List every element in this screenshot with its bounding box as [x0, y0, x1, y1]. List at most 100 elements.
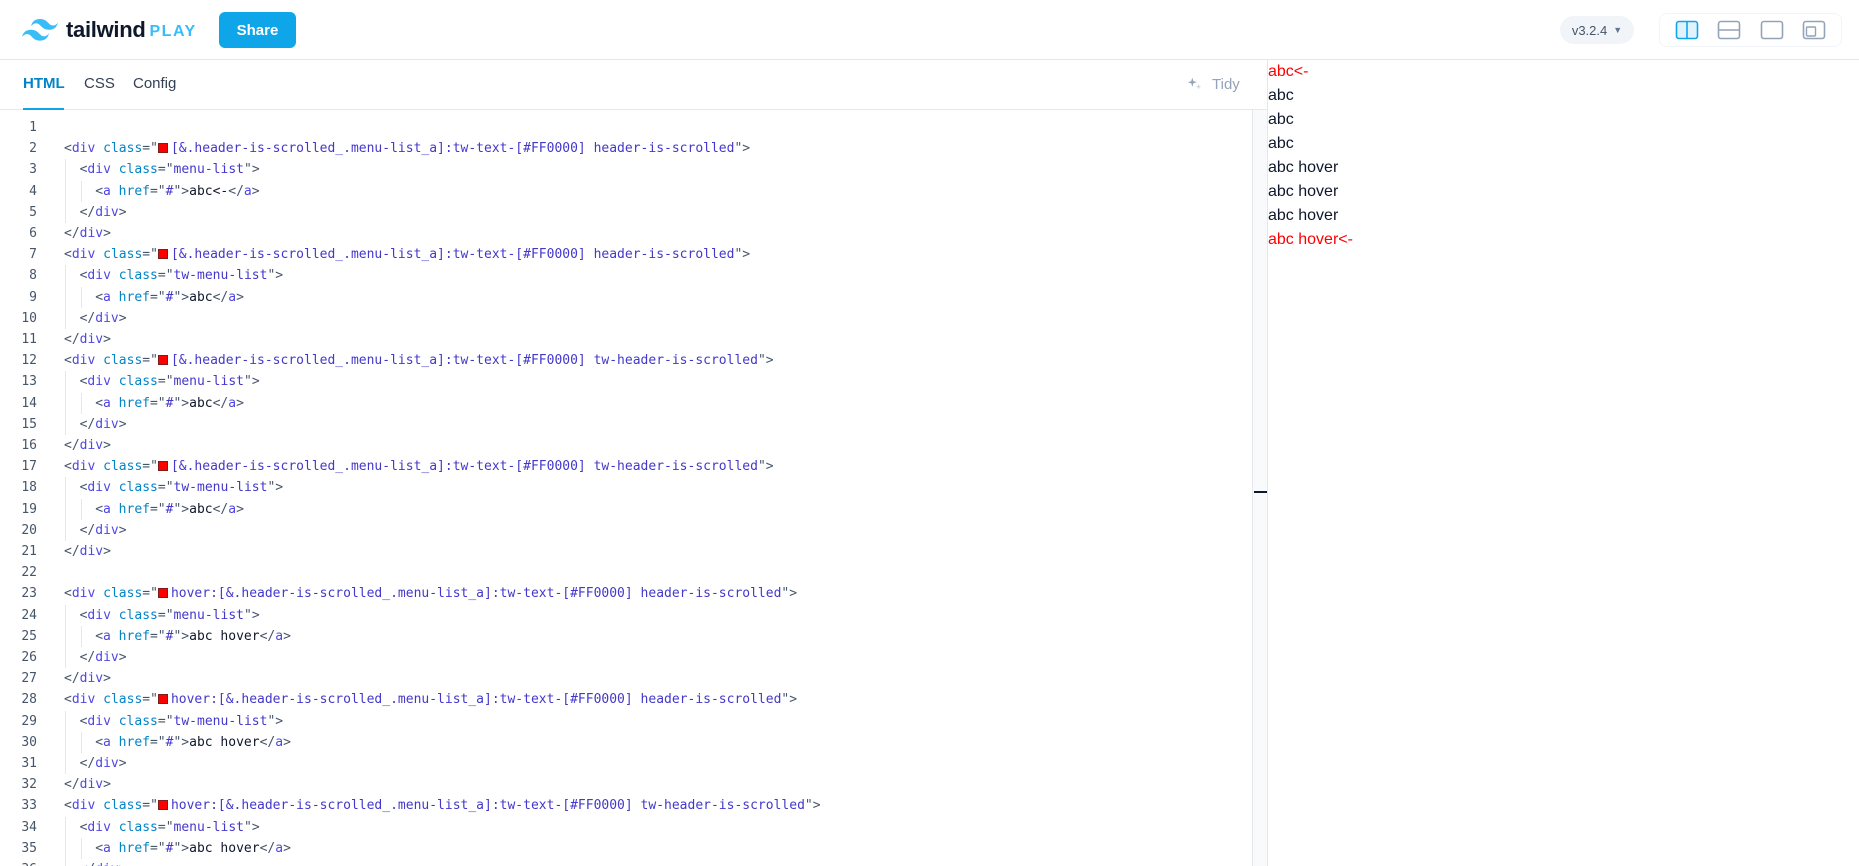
code-line[interactable]: 8 <div class="tw-menu-list"> [0, 265, 1252, 287]
code-text: </div> [79, 204, 127, 220]
code-line[interactable]: 26 </div> [0, 647, 1252, 669]
resize-handle[interactable] [1254, 491, 1267, 493]
color-swatch-icon [157, 249, 168, 260]
line-number: 3 [29, 162, 37, 178]
version-select[interactable]: v3.2.4 ▼ [1560, 16, 1634, 44]
indent-guide [65, 859, 66, 866]
tidy-button[interactable]: Tidy [1186, 75, 1240, 93]
code-editor[interactable]: 1 2 <div class=" [&.header-is-scrolled_.men… [0, 110, 1252, 866]
code-line[interactable]: 35 <a href="#">abc hover</a> [0, 837, 1252, 859]
code-line[interactable]: 14 <a href="#">abc</a> [0, 392, 1252, 414]
line-number: 8 [29, 268, 37, 284]
preview-link[interactable]: abc [1268, 111, 1294, 128]
tab-css[interactable]: CSS [84, 75, 115, 92]
code-text: <div class="menu-list"> [79, 374, 260, 390]
line-number: 32 [21, 777, 37, 793]
preview-link[interactable]: abc [1268, 135, 1294, 152]
indent-guide [80, 286, 82, 308]
line-number: 16 [21, 438, 37, 453]
code-line[interactable]: 5 </div> [0, 201, 1252, 223]
tidy-label: Tidy [1212, 75, 1240, 93]
code-line[interactable]: 16 </div> [0, 435, 1252, 456]
code-line[interactable]: 11 </div> [0, 329, 1252, 350]
code-line[interactable]: 6 </div> [0, 223, 1252, 244]
preview-link[interactable]: abc hover [1268, 183, 1338, 200]
preview-link[interactable]: abc<- [1268, 63, 1308, 80]
tab-html[interactable]: HTML [23, 75, 65, 92]
indent-guide [65, 286, 66, 308]
code-line[interactable]: 25 <a href="#">abc hover</a> [0, 625, 1252, 647]
code-line[interactable]: 27 </div> [0, 668, 1252, 689]
layout-editor-only-button[interactable] [1758, 16, 1786, 44]
line-number: 9 [29, 289, 37, 305]
code-line[interactable]: 28 <div class=" hover:[&.header-is-scrolle… [0, 689, 1252, 710]
line-number: 22 [21, 565, 37, 581]
color-swatch-icon [157, 588, 168, 599]
code-line[interactable]: 10 </div> [0, 307, 1252, 329]
indent-guide [65, 519, 66, 541]
code-text: </div> [64, 544, 111, 559]
code-line[interactable]: 7 <div class=" [&.header-is-scrolled_.menu… [0, 244, 1252, 265]
preview-menu-item: abc [1268, 132, 1294, 156]
preview-link[interactable]: abc hover [1268, 207, 1338, 224]
code-line[interactable]: 18 <div class="tw-menu-list"> [0, 477, 1252, 499]
sparkles-icon [1187, 77, 1202, 90]
code-line[interactable]: 13 <div class="menu-list"> [0, 371, 1252, 393]
code-line[interactable]: 4 <a href="#">abc<-</a> [0, 180, 1252, 202]
preview-only-icon [1802, 20, 1826, 40]
layout-split-horizontal-button[interactable] [1715, 16, 1743, 44]
line-number: 13 [21, 374, 37, 390]
tab-config[interactable]: Config [133, 75, 176, 92]
code-text: <a href="#">abc</a> [95, 501, 244, 517]
code-line[interactable]: 23 <div class=" hover:[&.header-is-scrolle… [0, 583, 1252, 604]
code-line[interactable]: 2 <div class=" [&.header-is-scrolled_.menu… [0, 138, 1252, 159]
code-line[interactable]: 24 <div class="menu-list"> [0, 604, 1252, 626]
code-line[interactable]: 32 </div> [0, 774, 1252, 795]
code-line[interactable]: 12 <div class=" [&.header-is-scrolled_.men… [0, 350, 1252, 371]
preview-pane: abc<- abc abc abc abc hover abc hover abc hove… [1268, 60, 1859, 866]
tailwind-play-logo[interactable]: tailwind PLAY [22, 15, 197, 45]
code-line[interactable]: 20 </div> [0, 519, 1252, 541]
code-text: <div class=" hover:[&.header-is-scrolled_… [64, 692, 798, 708]
code-line[interactable]: 3 <div class="menu-list"> [0, 159, 1252, 181]
code-text: <div class=" [&.header-is-scrolled_.menu-… [64, 459, 774, 475]
code-line[interactable]: 30 <a href="#">abc hover</a> [0, 731, 1252, 753]
code-text: <div class=" [&.header-is-scrolled_.menu-… [64, 247, 751, 263]
line-number: 20 [21, 522, 37, 538]
layout-split-vertical-button[interactable] [1673, 16, 1701, 44]
line-number: 10 [21, 310, 37, 326]
preview-link[interactable]: abc hover [1268, 159, 1338, 176]
code-line[interactable]: 29 <div class="tw-menu-list"> [0, 710, 1252, 732]
code-line[interactable]: 1 [0, 117, 1252, 138]
code-text: </div> [64, 671, 111, 687]
layout-preview-only-button[interactable] [1800, 16, 1828, 44]
line-number: 14 [21, 395, 37, 411]
code-text: </div> [79, 522, 127, 538]
code-line[interactable]: 17 <div class=" [&.header-is-scrolled_.men… [0, 456, 1252, 477]
indent-guide [65, 392, 66, 414]
code-text: </div> [64, 226, 111, 241]
code-line[interactable]: 36 </div> [0, 859, 1252, 866]
editor-scrollbar[interactable] [1252, 110, 1267, 866]
code-line[interactable]: 31 </div> [0, 753, 1252, 775]
preview-link[interactable]: abc [1268, 87, 1294, 104]
indent-guide [65, 265, 66, 287]
indent-guide [65, 159, 66, 181]
preview-menu-item: abc [1268, 84, 1294, 108]
code-line[interactable]: 19 <a href="#">abc</a> [0, 498, 1252, 520]
code-line[interactable]: 15 </div> [0, 413, 1252, 435]
code-line[interactable]: 21 </div> [0, 541, 1252, 562]
line-number: 12 [21, 353, 37, 369]
code-line[interactable]: 22 [0, 562, 1252, 583]
share-button[interactable]: Share [219, 12, 296, 48]
code-text: <div class="tw-menu-list"> [79, 480, 284, 496]
indent-guide [80, 731, 82, 753]
line-number: 7 [29, 247, 37, 263]
code-line[interactable]: 9 <a href="#">abc</a> [0, 286, 1252, 308]
code-line[interactable]: 34 <div class="menu-list"> [0, 816, 1252, 838]
line-number: 35 [21, 840, 37, 856]
preview-link[interactable]: abc hover<- [1268, 231, 1353, 248]
code-text: <div class=" hover:[&.header-is-scrolled_… [64, 798, 821, 814]
preview-menu-item: abc hover [1268, 156, 1338, 180]
code-line[interactable]: 33 <div class=" hover:[&.header-is-scrolle… [0, 795, 1252, 816]
